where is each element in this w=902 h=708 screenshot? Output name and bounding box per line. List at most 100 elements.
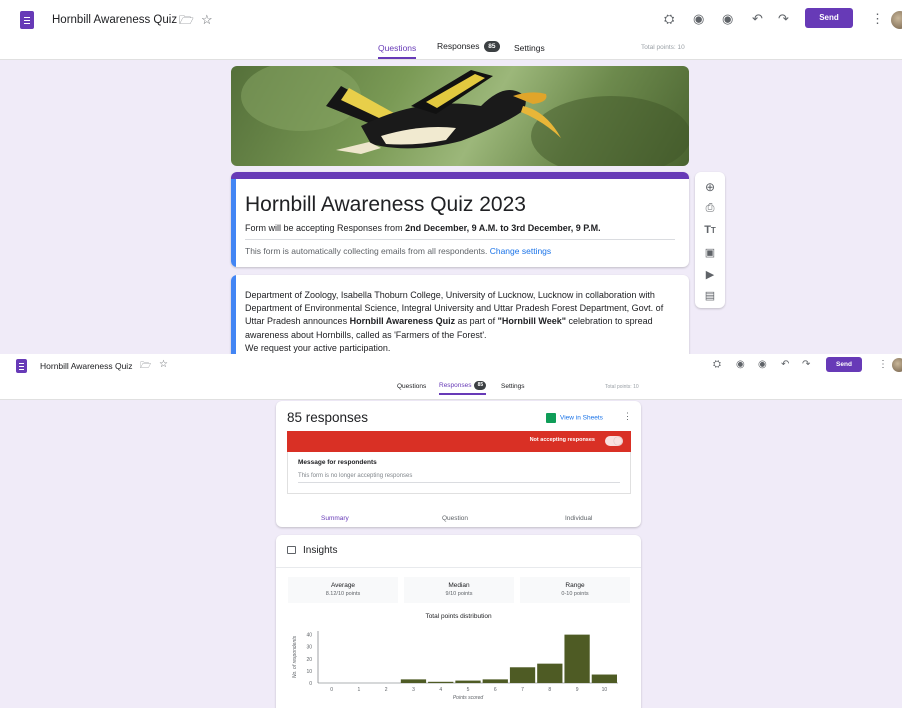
message-input[interactable]: This form is no longer accepting respons…: [298, 473, 620, 483]
add-video-icon[interactable]: ▶: [695, 268, 725, 281]
x-tick-label: 4: [439, 687, 442, 693]
accepting-prefix: Form will be accepting Responses from: [245, 223, 406, 233]
accepting-dates: 2nd December, 9 A.M. to 3rd December, 9 …: [405, 223, 601, 233]
insights-heading: Insights: [287, 545, 337, 556]
star-icon[interactable]: ☆: [159, 360, 168, 370]
not-accepting-label: Not accepting responses: [529, 437, 595, 443]
redo-icon[interactable]: ↷: [778, 12, 789, 25]
tab-question[interactable]: Question: [442, 515, 468, 522]
palette-icon[interactable]: ◉: [736, 360, 745, 370]
form-title-card[interactable]: Hornbill Awareness Quiz 2023 Form will b…: [231, 172, 689, 267]
palette-icon[interactable]: ◉: [693, 12, 704, 25]
responses-summary-card: 85 responses View in Sheets ⋮ Not accept…: [276, 401, 641, 527]
bar-5: [455, 680, 481, 683]
total-points: Total points: 10: [605, 384, 639, 390]
bar-6: [482, 679, 508, 683]
tab-responses-label: Responses: [439, 382, 472, 390]
insights-divider: [276, 567, 641, 568]
desc-line-2: We request your active participation.: [245, 342, 391, 353]
responses-count-title: 85 responses: [287, 410, 369, 425]
tab-questions[interactable]: Questions: [397, 383, 426, 390]
total-points: Total points: 10: [641, 44, 685, 51]
responses-more-icon[interactable]: ⋮: [623, 411, 632, 422]
folder-icon[interactable]: 🗁: [179, 14, 194, 26]
send-button[interactable]: Send: [805, 8, 853, 28]
more-options-icon[interactable]: ⋮: [878, 360, 888, 370]
y-tick-label: 30: [306, 645, 312, 651]
editor-tabs: Questions Responses 85 Settings Total po…: [0, 381, 902, 400]
addon-icon[interactable]: ⛭: [713, 360, 721, 370]
median-label: Median: [448, 582, 470, 589]
x-tick-label: 10: [602, 687, 608, 693]
redo-icon[interactable]: ↷: [802, 360, 810, 370]
editor-responses-view: Hornbill Awareness Quiz 🗁 ☆ ⛭ ◉ ◉ ↶ ↷ Se…: [0, 354, 902, 708]
accepting-responses-bar: Not accepting responses: [287, 431, 631, 452]
form-name[interactable]: Hornbill Awareness Quiz: [52, 14, 177, 26]
bar-4: [428, 681, 454, 683]
desc-bold-quiz: Hornbill Awareness Quiz: [349, 316, 456, 327]
add-question-icon[interactable]: ⊕: [695, 180, 725, 194]
more-options-icon[interactable]: ⋮: [871, 12, 884, 25]
undo-icon[interactable]: ↶: [752, 12, 763, 25]
tab-individual[interactable]: Individual: [565, 515, 592, 522]
account-avatar[interactable]: [891, 11, 902, 29]
y-tick-label: 0: [309, 681, 312, 687]
add-section-icon[interactable]: ▤: [695, 289, 725, 302]
active-card-indicator: [231, 179, 236, 267]
tab-responses[interactable]: Responses 85: [439, 381, 487, 395]
insights-icon: [287, 546, 296, 555]
preview-eye-icon[interactable]: ◉: [758, 360, 767, 370]
star-icon[interactable]: ☆: [201, 13, 213, 26]
editor-tabs: Questions Responses 85 Settings Total po…: [0, 40, 902, 60]
send-button[interactable]: Send: [826, 357, 862, 372]
tab-settings[interactable]: Settings: [514, 43, 545, 53]
message-heading: Message for respondents: [298, 459, 377, 466]
average-value: 8.12/10 points: [325, 591, 361, 597]
tab-questions[interactable]: Questions: [378, 43, 417, 59]
folder-icon[interactable]: 🗁: [140, 361, 151, 370]
view-in-sheets-label: View in Sheets: [560, 414, 603, 422]
forms-doc-icon[interactable]: [20, 11, 34, 29]
x-tick-label: 7: [521, 687, 524, 693]
description-card[interactable]: Department of Zoology, Isabella Thoburn …: [231, 275, 689, 354]
import-questions-icon[interactable]: ⎙: [695, 202, 725, 215]
x-tick-label: 8: [548, 687, 551, 693]
form-name[interactable]: Hornbill Awareness Quiz: [40, 361, 132, 371]
undo-icon[interactable]: ↶: [781, 360, 789, 370]
tab-settings[interactable]: Settings: [501, 383, 525, 390]
responses-count-badge: 85: [474, 381, 487, 390]
bar-8: [537, 663, 563, 683]
y-tick-label: 20: [306, 657, 312, 663]
account-avatar[interactable]: [892, 358, 902, 372]
respondent-message-box: Message for respondents This form is no …: [287, 452, 631, 494]
range-value: 0-10 points: [561, 591, 589, 597]
x-axis-title: Points scored: [453, 695, 484, 701]
tab-responses[interactable]: Responses 85: [437, 41, 500, 53]
tab-summary[interactable]: Summary: [321, 515, 349, 527]
bar-3: [400, 679, 427, 683]
tab-responses-label: Responses: [437, 41, 480, 51]
sheets-icon: [546, 413, 556, 423]
median-value: 9/10 points: [445, 591, 473, 597]
email-collection-note: This form is automatically collecting em…: [245, 246, 551, 256]
bar-9: [564, 634, 590, 683]
add-image-icon[interactable]: ▣: [695, 246, 725, 259]
insights-card: Insights Average 8.12/10 points Median 9…: [276, 535, 641, 708]
y-tick-label: 10: [306, 669, 312, 675]
add-title-icon[interactable]: TT: [695, 224, 725, 236]
forms-doc-icon[interactable]: [16, 359, 27, 373]
addon-icon[interactable]: ⛭: [664, 12, 674, 25]
change-settings-link[interactable]: Change settings: [490, 246, 551, 256]
points-distribution-chart: 0 10 20 30 40 0 1 2 3 4 5 6 7 8 9 10 Points scored No. of…: [292, 631, 618, 701]
app-header: Hornbill Awareness Quiz 🗁 ☆ ⛭ ◉ ◉ ↶ ↷ Se…: [0, 0, 902, 60]
x-tick-label: 9: [576, 687, 579, 693]
bar-7: [509, 667, 536, 683]
form-title[interactable]: Hornbill Awareness Quiz 2023: [245, 193, 526, 217]
desc-part-2: as part of: [455, 316, 498, 327]
preview-eye-icon[interactable]: ◉: [722, 12, 733, 25]
floating-toolbar: ⊕ ⎙ TT ▣ ▶ ▤: [695, 172, 725, 308]
x-tick-label: 1: [358, 687, 361, 693]
accepting-responses-toggle[interactable]: [605, 436, 623, 446]
view-in-sheets-button[interactable]: View in Sheets: [546, 413, 603, 423]
form-accepting-note[interactable]: Form will be accepting Responses from 2n…: [245, 223, 675, 240]
